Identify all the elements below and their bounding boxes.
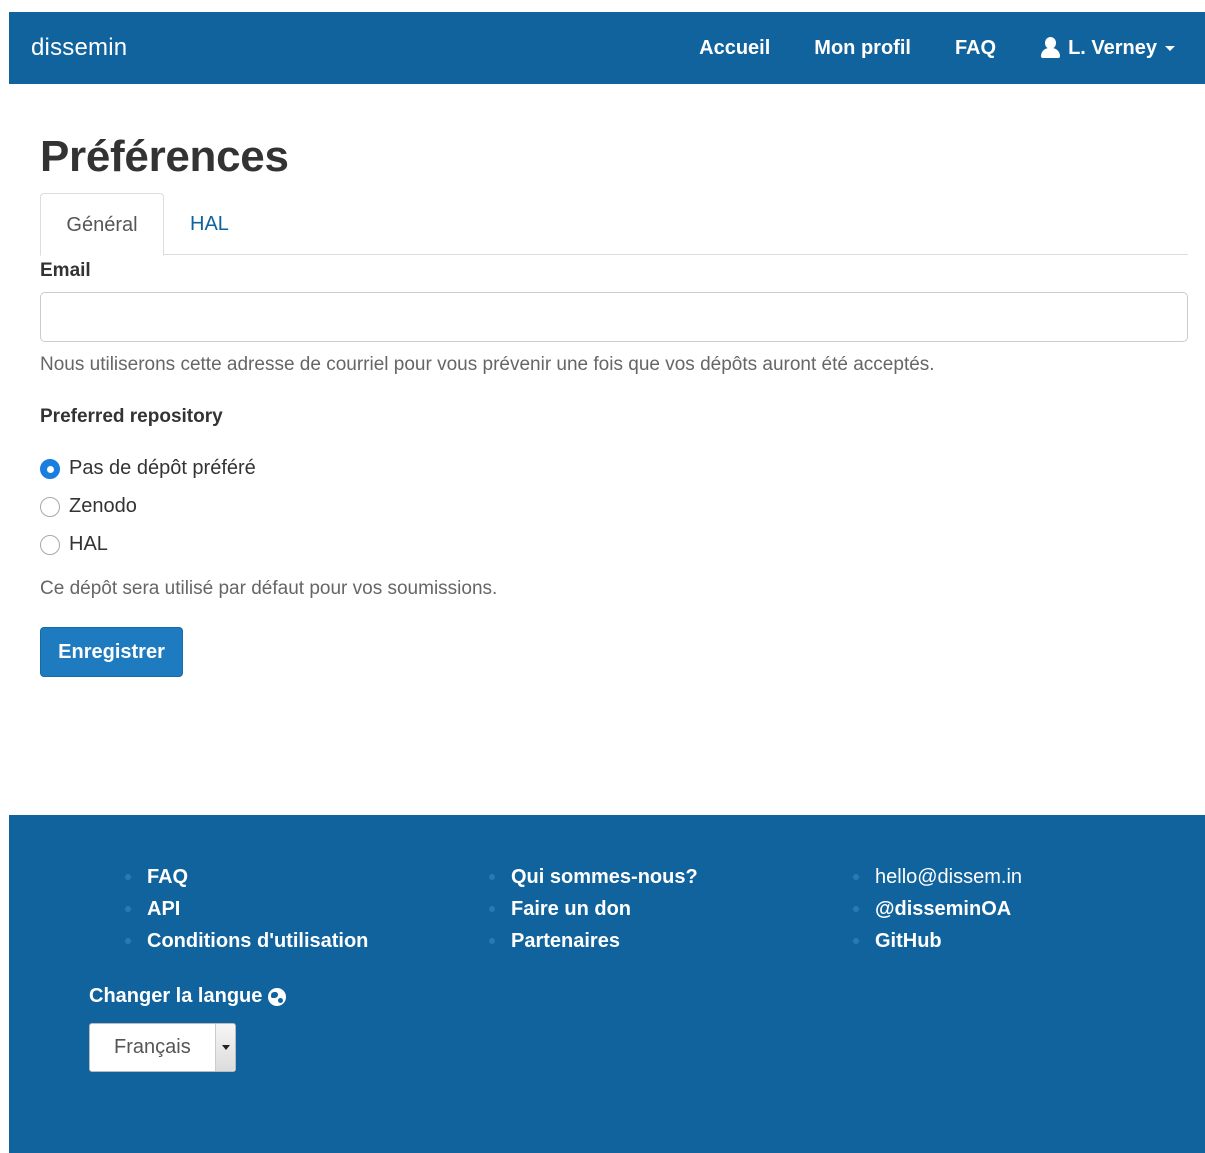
repository-help-text: Ce dépôt sera utilisé par défaut pour vo… [40, 578, 498, 599]
user-name: L. Verney [1068, 36, 1157, 59]
nav-link-accueil[interactable]: Accueil [699, 37, 770, 60]
page-frame: dissemin Accueil Mon profil FAQ L. Verne… [9, 12, 1205, 1153]
caret-down-icon [1165, 45, 1175, 51]
footer-link-donate[interactable]: Faire un don [489, 893, 698, 925]
radio-label: Pas de dépôt préféré [69, 457, 256, 479]
brand-logo[interactable]: dissemin [31, 34, 127, 62]
user-menu[interactable]: L. Verney [1040, 37, 1175, 60]
radio-option-zenodo[interactable]: Zenodo [40, 495, 137, 518]
footer-column-2: Qui sommes-nous? Faire un don Partenaire… [489, 861, 698, 957]
radio-option-hal[interactable]: HAL [40, 533, 108, 556]
tabs: Général HAL [40, 193, 1188, 256]
save-button[interactable]: Enregistrer [40, 627, 183, 677]
tab-hal[interactable]: HAL [168, 193, 251, 255]
radio-unchecked-icon[interactable] [40, 534, 60, 555]
footer-link-terms[interactable]: Conditions d'utilisation [125, 925, 368, 957]
radio-option-none[interactable]: Pas de dépôt préféré [40, 457, 256, 480]
language-select-value: Français [114, 1036, 191, 1058]
tab-general[interactable]: Général [40, 193, 164, 256]
email-help-text: Nous utiliserons cette adresse de courri… [40, 354, 935, 375]
footer-link-twitter[interactable]: @disseminOA [853, 893, 1022, 925]
footer-link-github[interactable]: GitHub [853, 925, 1022, 957]
repository-label: Preferred repository [40, 406, 223, 427]
footer-column-1: FAQ API Conditions d'utilisation [125, 861, 368, 957]
footer-column-3: hello@dissem.in @disseminOA GitHub [853, 861, 1022, 957]
radio-checked-icon[interactable] [40, 458, 60, 479]
navbar: dissemin Accueil Mon profil FAQ L. Verne… [9, 12, 1205, 84]
email-label: Email [40, 260, 91, 281]
language-label: Changer la langue [89, 985, 287, 1008]
radio-label: Zenodo [69, 495, 137, 517]
footer-link-email[interactable]: hello@dissem.in [853, 861, 1022, 893]
user-icon [1040, 37, 1061, 59]
footer-link-faq[interactable]: FAQ [125, 861, 368, 893]
radio-unchecked-icon[interactable] [40, 496, 60, 517]
language-select[interactable]: Français [89, 1023, 236, 1072]
email-field[interactable] [40, 292, 1188, 342]
radio-label: HAL [69, 533, 108, 555]
footer-link-about[interactable]: Qui sommes-nous? [489, 861, 698, 893]
nav-link-faq[interactable]: FAQ [955, 37, 996, 60]
page-title: Préférences [40, 132, 289, 181]
globe-icon [268, 987, 287, 1006]
footer-link-api[interactable]: API [125, 893, 368, 925]
footer: FAQ API Conditions d'utilisation Qui som… [9, 815, 1205, 1153]
nav-links: Accueil Mon profil FAQ L. Verney [655, 12, 1175, 84]
nav-link-mon-profil[interactable]: Mon profil [814, 37, 911, 60]
footer-link-partners[interactable]: Partenaires [489, 925, 698, 957]
select-arrow-icon[interactable] [215, 1024, 235, 1071]
